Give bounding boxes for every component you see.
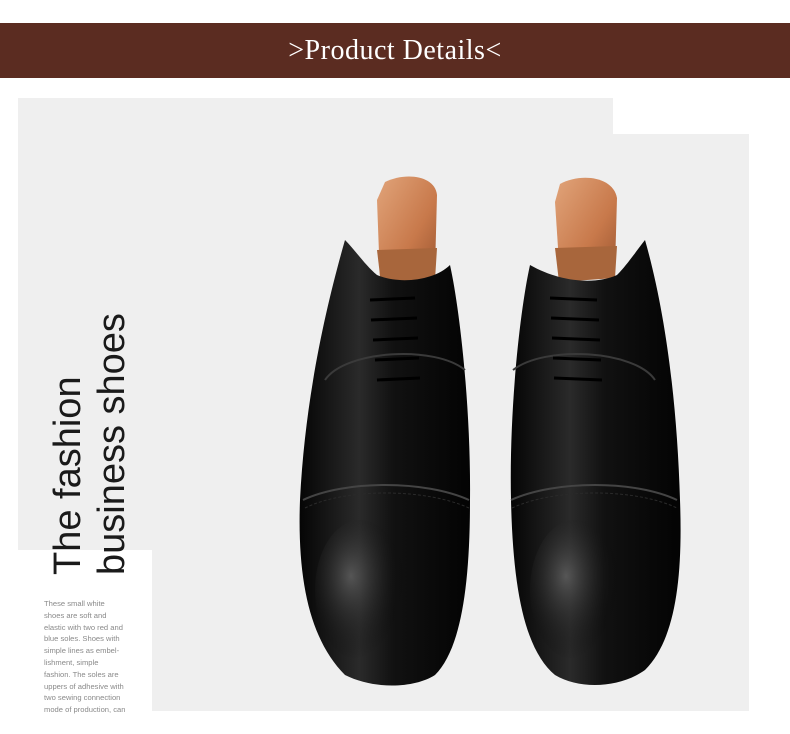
page-title: >Product Details< bbox=[288, 34, 502, 66]
headline-line-1: The fashion bbox=[47, 376, 89, 575]
description-line: simple lines as embel- bbox=[44, 646, 120, 656]
description-line: uppers of adhesive with bbox=[44, 681, 124, 691]
header-bar: >Product Details< bbox=[0, 23, 790, 78]
description-line: elastic with two red and bbox=[44, 622, 123, 632]
headline-line-2: business shoes bbox=[91, 313, 133, 575]
headline: The fashion business shoes bbox=[46, 313, 134, 575]
description-line: lishment, simple bbox=[44, 657, 99, 667]
description-line: fashion. The soles are bbox=[44, 669, 119, 679]
black-oxford-shoes-image bbox=[299, 176, 681, 686]
description-line: These small white bbox=[44, 599, 105, 608]
right-shoe bbox=[510, 177, 681, 686]
description-line: shoes are soft and bbox=[44, 610, 107, 620]
product-description: These small white shoes are soft and ela… bbox=[44, 598, 144, 716]
description-line: mode of production, can bbox=[44, 705, 126, 715]
left-shoe bbox=[299, 176, 471, 686]
description-line: blue soles. Shoes with bbox=[44, 634, 120, 644]
description-line: two sewing connection bbox=[44, 693, 121, 703]
